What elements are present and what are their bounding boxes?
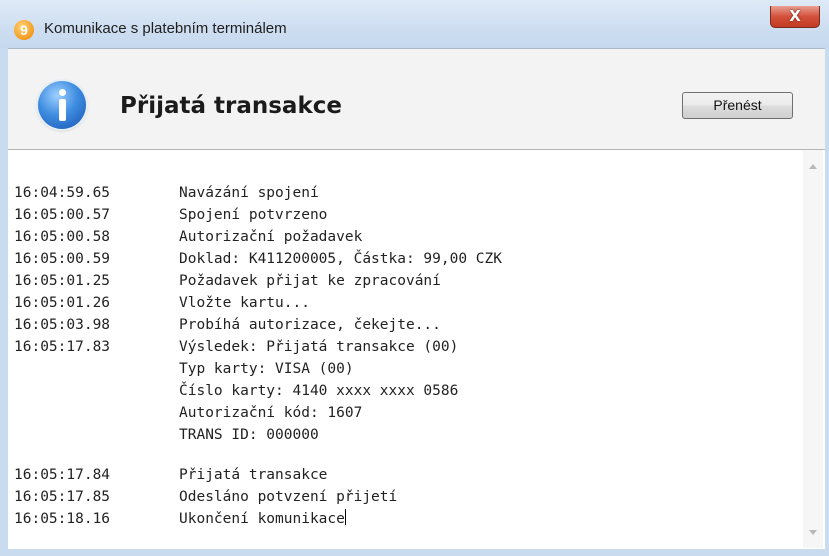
log-time: 16:05:17.85 [14, 489, 111, 505]
log-line: 16:05:00.57 Spojení potvrzeno [14, 204, 502, 226]
log-line: 16:05:17.84 Přijatá transakce [14, 464, 502, 486]
log-text: Přijatá transakce [179, 467, 328, 483]
log-line: Autorizační kód: 1607 [14, 402, 502, 424]
log-line: Číslo karty: 4140 xxxx xxxx 0586 [14, 380, 502, 402]
log-line: Typ karty: VISA (00) [14, 358, 502, 380]
log-text: TRANS ID: 000000 [179, 427, 319, 443]
transfer-button[interactable]: Přenést [682, 92, 793, 119]
log-line: TRANS ID: 000000 [14, 424, 502, 446]
close-button[interactable]: X [770, 6, 820, 28]
window-title: Komunikace s platebním terminálem [44, 20, 287, 37]
log-text: Typ karty: VISA (00) [179, 361, 354, 377]
communication-log[interactable]: 16:04:59.65 Navázání spojení 16:05:00.57 S… [8, 149, 825, 549]
log-line: 16:05:17.85 Odesláno potvzení přijetí [14, 486, 502, 508]
app-icon: 9 [14, 20, 34, 40]
log-text: Spojení potvrzeno [179, 207, 328, 223]
log-text: Číslo karty: 4140 xxxx xxxx 0586 [179, 383, 459, 399]
log-line: 16:05:01.26 Vložte kartu... [14, 292, 502, 314]
log-line: 16:05:00.59 Doklad: K411200005, Částka: 9… [14, 248, 502, 270]
log-time: 16:05:00.59 [14, 251, 111, 267]
text-caret [344, 509, 346, 525]
log-text: Výsledek: Přijatá transakce (00) [179, 339, 459, 355]
dialog-header: Přijatá transakce Přenést [8, 49, 825, 149]
log-line: 16:05:03.98 Probíhá autorizace, čekejte..… [14, 314, 502, 336]
log-text: Probíhá autorizace, čekejte... [179, 317, 441, 333]
log-time: 16:05:01.26 [14, 295, 111, 311]
scroll-up-icon[interactable] [809, 164, 817, 169]
log-time: 16:05:18.16 [14, 511, 111, 527]
title-bar: 9 Komunikace s platebním terminálem X [0, 0, 829, 48]
log-text: Autorizační požadavek [179, 229, 363, 245]
log-line: 16:05:01.25 Požadavek přijat ke zpracován… [14, 270, 502, 292]
log-time: 16:05:03.98 [14, 317, 111, 333]
log-text: Doklad: K411200005, Částka: 99,00 CZK [179, 251, 503, 267]
log-time: 16:05:00.58 [14, 229, 111, 245]
log-time: 16:04:59.65 [14, 185, 111, 201]
dialog-client-area: Přijatá transakce Přenést 16:04:59.65 Nav… [8, 48, 825, 549]
log-text: Navázání spojení [179, 185, 319, 201]
info-icon [38, 81, 86, 129]
log-line: 16:05:18.16 Ukončení komunikace [14, 508, 502, 530]
scroll-down-icon[interactable] [809, 530, 817, 535]
log-time: 16:05:17.84 [14, 467, 111, 483]
log-line: 16:04:59.65 Navázání spojení [14, 182, 502, 204]
log-blank-line [14, 446, 502, 464]
log-time: 16:05:00.57 [14, 207, 111, 223]
log-time: 16:05:17.83 [14, 339, 111, 355]
log-text: Požadavek přijat ke zpracování [179, 273, 441, 289]
log-text: Vložte kartu... [179, 295, 310, 311]
log-time: 16:05:01.25 [14, 273, 111, 289]
log-text: Odesláno potvzení přijetí [179, 489, 398, 505]
status-heading: Přijatá transakce [120, 93, 342, 119]
log-text: Ukončení komunikace [179, 511, 345, 527]
log-line: 16:05:17.83 Výsledek: Přijatá transakce (… [14, 336, 502, 358]
log-text: Autorizační kód: 1607 [179, 405, 363, 421]
log-lines: 16:04:59.65 Navázání spojení 16:05:00.57 S… [14, 182, 502, 530]
vertical-scrollbar[interactable] [803, 150, 823, 548]
log-line: 16:05:00.58 Autorizační požadavek [14, 226, 502, 248]
